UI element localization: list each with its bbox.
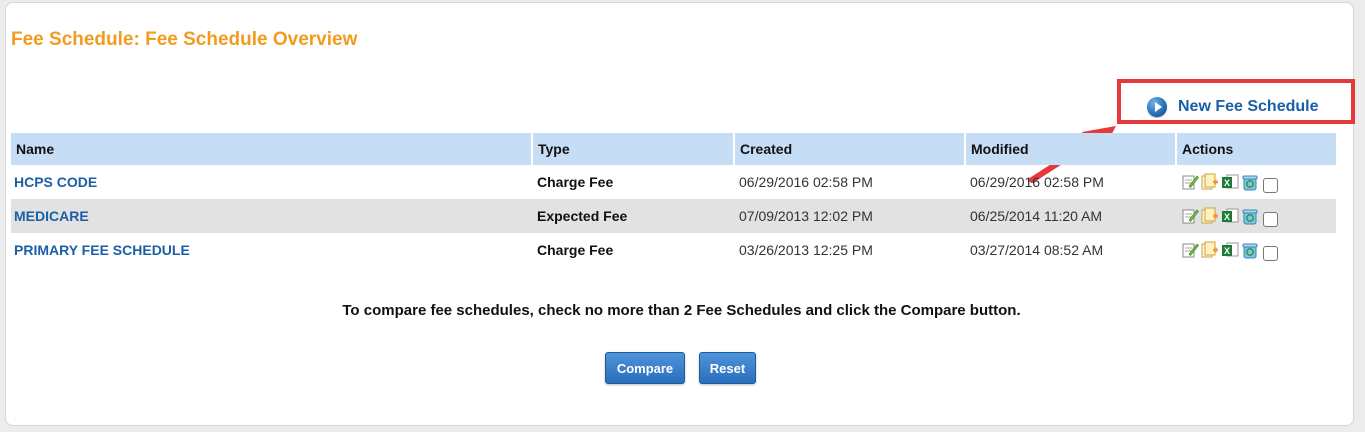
column-header-created: Created [733,133,965,165]
column-header-modified: Modified [964,133,1176,165]
row-actions: X [1181,240,1333,261]
delete-icon[interactable] [1241,241,1259,259]
delete-icon[interactable] [1241,173,1259,191]
column-header-type: Type [531,133,734,165]
table-row: MEDICARE Expected Fee 07/09/2013 12:02 P… [11,199,1336,233]
fee-type: Charge Fee [537,174,614,190]
modified-date: 06/25/2014 11:20 AM [965,199,1176,233]
modified-date: 03/27/2014 08:52 AM [970,242,1104,258]
new-fee-schedule-link[interactable]: New Fee Schedule [1147,96,1319,118]
table-header-row: Name Type Created Modified Actions [11,133,1336,165]
fee-type: Charge Fee [537,242,614,258]
edit-icon[interactable] [1181,207,1199,225]
copy-icon[interactable] [1201,173,1219,191]
excel-export-icon[interactable]: X [1221,173,1239,191]
excel-export-icon[interactable]: X [1221,241,1239,259]
fee-schedule-name-link[interactable]: PRIMARY FEE SCHEDULE [14,242,190,258]
play-circle-icon [1147,97,1167,117]
fee-type: Expected Fee [532,199,734,233]
reset-button[interactable]: Reset [699,352,756,384]
column-header-name: Name [11,133,532,165]
excel-export-icon[interactable]: X [1221,207,1239,225]
table-row: PRIMARY FEE SCHEDULE Charge Fee 03/26/20… [11,233,1336,267]
fee-schedule-table: Name Type Created Modified Actions HCPS … [11,133,1336,267]
created-date: 06/29/2016 02:58 PM [739,174,873,190]
svg-text:X: X [1224,246,1230,256]
row-select-checkbox[interactable] [1263,211,1278,227]
compare-button[interactable]: Compare [605,352,685,384]
edit-icon[interactable] [1181,173,1199,191]
modified-date: 06/29/2016 02:58 PM [970,174,1104,190]
edit-icon[interactable] [1181,241,1199,259]
created-date: 07/09/2013 12:02 PM [734,199,965,233]
copy-icon[interactable] [1201,241,1219,259]
new-fee-schedule-label: New Fee Schedule [1178,98,1319,115]
table-row: HCPS CODE Charge Fee 06/29/2016 02:58 PM… [11,165,1336,199]
fee-schedule-name-link[interactable]: HCPS CODE [14,174,97,190]
delete-icon[interactable] [1241,207,1259,225]
row-actions: X [1181,172,1333,193]
copy-icon[interactable] [1201,207,1219,225]
svg-text:X: X [1224,178,1230,188]
compare-instructions: To compare fee schedules, check no more … [342,302,1021,319]
created-date: 03/26/2013 12:25 PM [739,242,873,258]
row-actions: X [1181,206,1333,227]
row-select-checkbox[interactable] [1263,177,1278,193]
fee-schedule-name-link[interactable]: MEDICARE [14,208,89,224]
svg-text:X: X [1224,212,1230,222]
page-title: Fee Schedule: Fee Schedule Overview [11,29,358,50]
column-header-actions: Actions [1175,133,1336,165]
row-select-checkbox[interactable] [1263,245,1278,261]
